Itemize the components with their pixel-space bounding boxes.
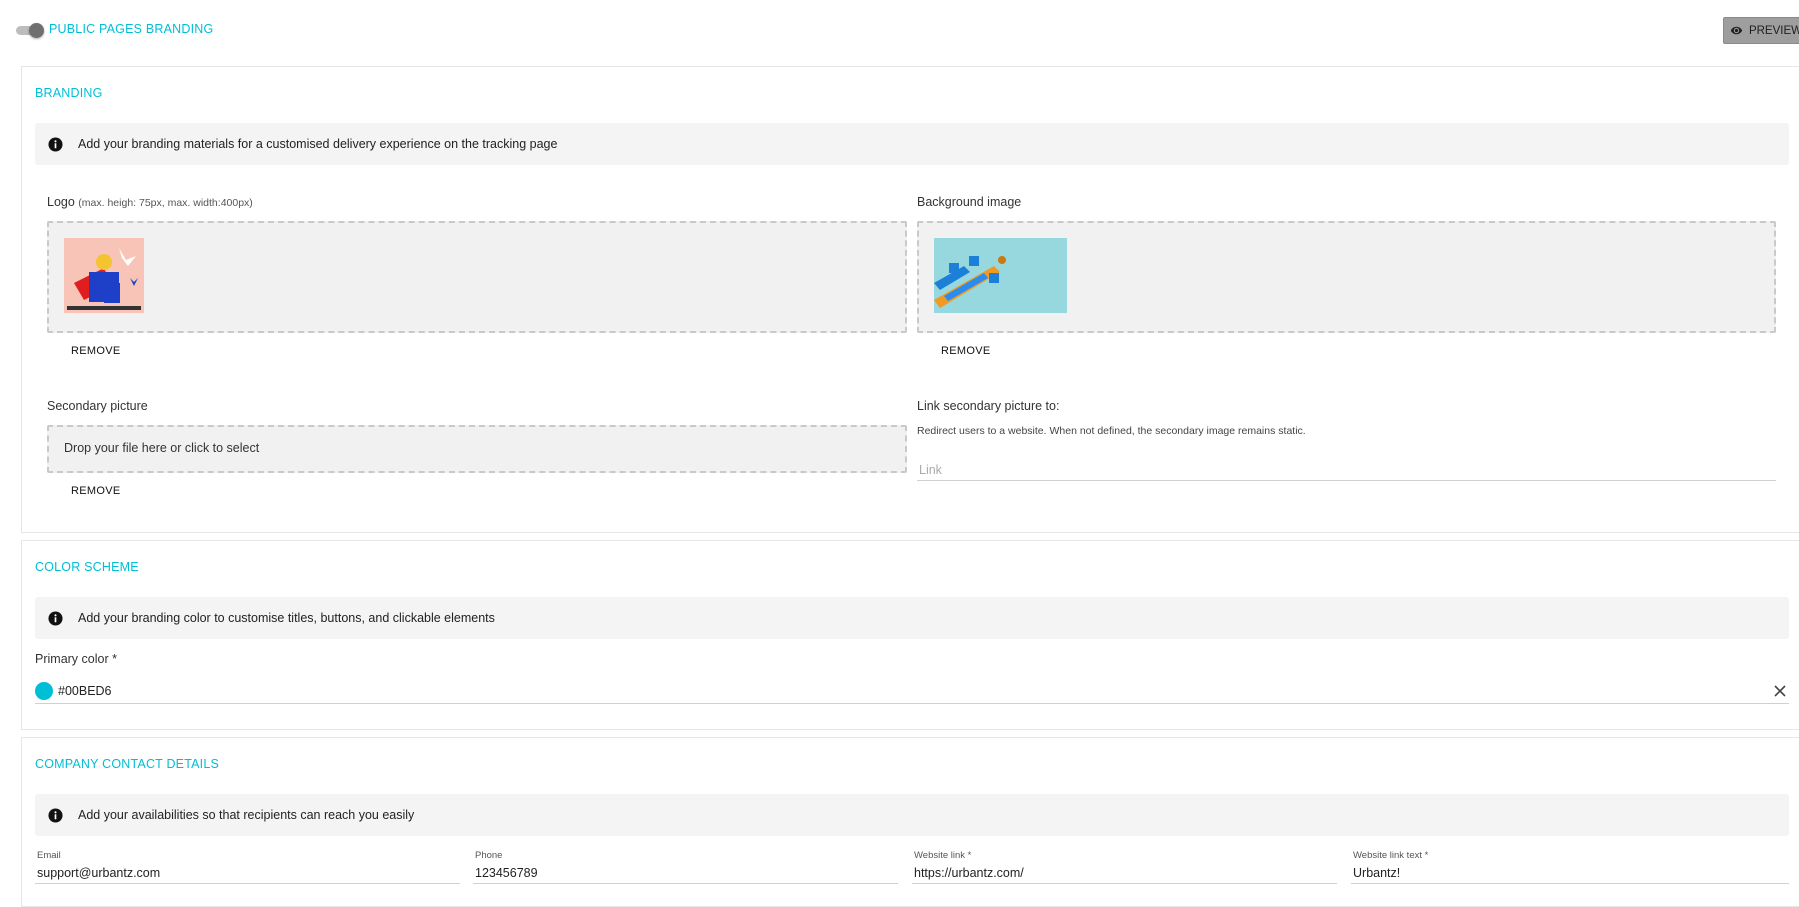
color-scheme-card: COLOR SCHEME Add your branding color to … (21, 540, 1799, 730)
email-value: support@urbantz.com (37, 866, 161, 880)
email-label: Email (37, 850, 61, 861)
branding-info-text: Add your branding materials for a custom… (78, 137, 558, 151)
logo-hint: (max. heigh: 75px, max. width:400px) (78, 197, 253, 209)
info-icon (48, 136, 63, 152)
link-secondary-label: Link secondary picture to: (917, 399, 1060, 413)
logo-remove-button[interactable]: REMOVE (71, 345, 120, 357)
close-icon[interactable] (1773, 684, 1787, 698)
website-link-text-label: Website link text * (1353, 850, 1429, 861)
branding-info-bar: Add your branding materials for a custom… (35, 123, 1789, 165)
secondary-drop-text: Drop your file here or click to select (64, 441, 260, 455)
color-scheme-info-bar: Add your branding color to customise tit… (35, 597, 1789, 639)
secondary-picture-remove-button[interactable]: REMOVE (71, 485, 120, 497)
background-image-dropzone[interactable] (917, 221, 1776, 333)
background-image-remove-button[interactable]: REMOVE (941, 345, 990, 357)
link-input[interactable]: Link (917, 459, 1776, 481)
website-link-field[interactable]: https://urbantz.com/ (912, 862, 1337, 884)
company-contact-title: COMPANY CONTACT DETAILS (35, 757, 220, 771)
company-contact-info-bar: Add your availabilities so that recipien… (35, 794, 1789, 836)
color-scheme-title: COLOR SCHEME (35, 560, 139, 574)
primary-color-input[interactable]: #00BED6 (35, 678, 1789, 704)
background-image (934, 238, 1067, 313)
phone-label: Phone (475, 850, 503, 861)
link-secondary-note: Redirect users to a website. When not de… (917, 425, 1306, 437)
website-link-text-value: Urbantz! (1353, 866, 1401, 880)
info-icon (48, 807, 63, 823)
primary-color-value: #00BED6 (58, 684, 112, 698)
primary-color-label: Primary color * (35, 652, 117, 666)
secondary-picture-dropzone[interactable]: Drop your file here or click to select (47, 425, 907, 473)
email-field[interactable]: support@urbantz.com (35, 862, 460, 884)
preview-label: PREVIEW (1748, 24, 1799, 37)
background-image-label: Background image (917, 195, 1022, 209)
public-pages-branding-toggle[interactable] (16, 22, 44, 38)
website-link-value: https://urbantz.com/ (914, 866, 1024, 880)
branding-card: BRANDING Add your branding materials for… (21, 66, 1799, 533)
logo-label: Logo (max. heigh: 75px, max. width:400px… (47, 195, 253, 209)
top-bar: PUBLIC PAGES BRANDING PREVIEW (0, 0, 1799, 60)
toggle-thumb (29, 23, 44, 38)
website-link-text-field[interactable]: Urbantz! (1351, 862, 1789, 884)
info-icon (48, 610, 63, 626)
color-scheme-info-text: Add your branding color to customise tit… (78, 611, 495, 625)
phone-value: 123456789 (475, 866, 538, 880)
public-pages-branding-label: PUBLIC PAGES BRANDING (49, 22, 214, 36)
eye-icon (1730, 26, 1743, 35)
website-link-label: Website link * (914, 850, 972, 861)
phone-field[interactable]: 123456789 (473, 862, 898, 884)
preview-button[interactable]: PREVIEW (1723, 17, 1799, 44)
logo-dropzone[interactable] (47, 221, 907, 333)
branding-title: BRANDING (35, 86, 103, 100)
primary-color-swatch[interactable] (35, 682, 53, 700)
company-contact-card: COMPANY CONTACT DETAILS Add your availab… (21, 737, 1799, 907)
company-contact-info-text: Add your availabilities so that recipien… (78, 808, 415, 822)
logo-image (64, 238, 144, 313)
link-placeholder: Link (919, 463, 942, 477)
secondary-picture-label: Secondary picture (47, 399, 148, 413)
